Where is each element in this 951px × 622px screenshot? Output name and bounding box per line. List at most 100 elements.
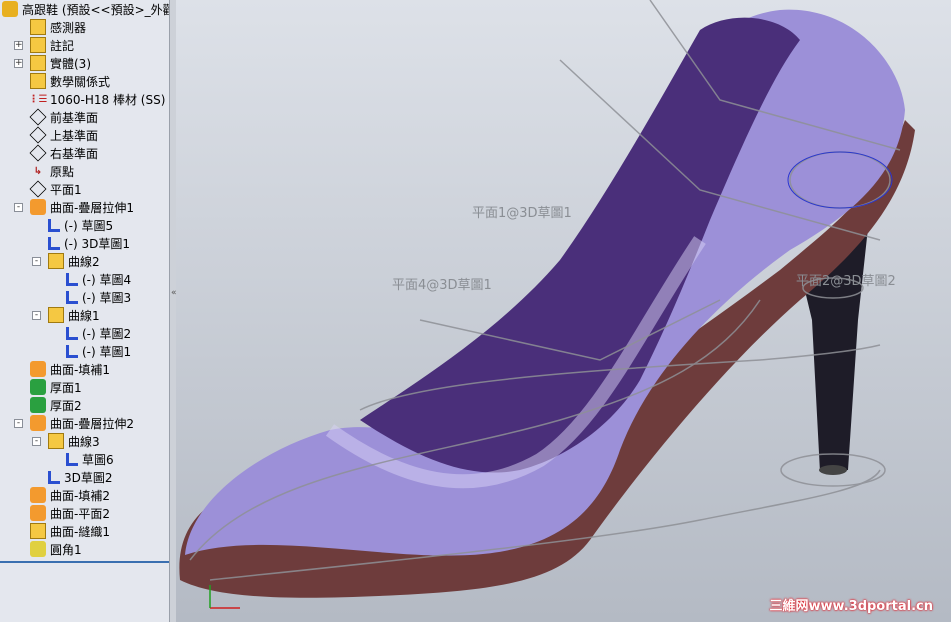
tree-item[interactable]: 圓角1 — [30, 540, 82, 558]
planar-surface-icon — [30, 505, 46, 521]
plane-icon — [29, 126, 47, 144]
tree-item[interactable]: 曲面-平面2 — [30, 504, 110, 522]
collapse-toggle[interactable]: - — [14, 419, 23, 428]
loft-surface-icon — [30, 199, 46, 215]
thicken-icon — [30, 379, 46, 395]
collapse-toggle[interactable]: - — [32, 257, 41, 266]
tree-item-label: 實體(3) — [50, 56, 91, 71]
tree-item[interactable]: 草圖6 — [66, 450, 114, 468]
tree-item-label: 厚面2 — [50, 398, 82, 413]
sketch-icon — [66, 452, 78, 466]
plane-icon — [29, 108, 47, 126]
material-icon: ⋮☰ — [28, 93, 48, 105]
tree-item-label: (-) 草圖4 — [82, 272, 132, 287]
tree-item[interactable]: 曲線1 — [48, 306, 100, 324]
solid-bodies-folder-icon — [30, 55, 46, 71]
loft-surface-icon — [30, 415, 46, 431]
tree-item-label: 1060-H18 棒材 (SS) — [50, 92, 166, 107]
tree-item[interactable]: 厚面2 — [30, 396, 82, 414]
tree-item-label: 圓角1 — [50, 542, 82, 557]
panel-separator — [0, 561, 169, 563]
part-icon — [2, 1, 18, 17]
expand-toggle[interactable]: + — [14, 59, 23, 68]
tree-item[interactable]: 上基準面 — [29, 126, 99, 144]
tree-item[interactable]: 曲線2 — [48, 252, 100, 270]
3d-sketch-icon — [48, 236, 60, 250]
plane-label[interactable]: 平面1@3D草圖1 — [472, 202, 572, 221]
tree-item[interactable]: (-) 草圖2 — [66, 324, 131, 342]
tree-item[interactable]: 厚面1 — [30, 378, 82, 396]
tree-item[interactable]: 右基準面 — [29, 144, 99, 162]
sensor-folder-icon — [30, 19, 46, 35]
tree-item-label: 數學關係式 — [50, 74, 111, 89]
thicken-icon — [30, 397, 46, 413]
sketch-icon — [66, 344, 78, 358]
tree-root-label: 高跟鞋 (預設<<預設>_外觀 — [22, 2, 170, 17]
tree-item[interactable]: 註記 — [30, 36, 74, 54]
tree-item[interactable]: 感測器 — [30, 18, 86, 36]
collapse-toggle[interactable]: - — [32, 437, 41, 446]
graphics-viewport[interactable]: 平面1@3D草圖1 平面4@3D草圖1 平面2@3D草圖2 三維网www.3dp… — [176, 0, 951, 622]
fill-surface-icon — [30, 487, 46, 503]
tree-item[interactable]: 曲面-疊層拉伸2 — [30, 414, 134, 432]
tree-item-label: 曲線3 — [68, 434, 100, 449]
tree-item-label: 原點 — [50, 164, 75, 179]
tree-item[interactable]: ↳ 原點 — [30, 162, 74, 180]
tree-item[interactable]: (-) 草圖4 — [66, 270, 131, 288]
tree-item-label: 曲線1 — [68, 308, 100, 323]
tree-item[interactable]: 曲面-縫織1 — [30, 522, 110, 540]
tree-item-label: (-) 草圖5 — [64, 218, 114, 233]
tree-item[interactable]: (-) 草圖5 — [48, 216, 113, 234]
tree-item-label: 感測器 — [50, 20, 87, 35]
tree-item[interactable]: 3D草圖2 — [48, 468, 113, 486]
tree-item-label: 註記 — [50, 38, 75, 53]
tree-item[interactable]: 平面1 — [29, 180, 82, 198]
tree-item[interactable]: 數學關係式 — [30, 72, 110, 90]
tree-item-label: 曲面-疊層拉伸1 — [50, 200, 134, 215]
tree-item[interactable]: (-) 草圖1 — [66, 342, 131, 360]
collapse-toggle[interactable]: - — [14, 203, 23, 212]
plane-icon — [29, 144, 47, 162]
tree-item[interactable]: 曲面-疊層拉伸1 — [30, 198, 134, 216]
plane-label[interactable]: 平面4@3D草圖1 — [392, 274, 492, 293]
collapse-toggle[interactable]: - — [32, 311, 41, 320]
tree-item-label: 曲面-平面2 — [50, 506, 110, 521]
origin-icon: ↳ — [33, 165, 43, 177]
tree-item-label: 曲線2 — [68, 254, 100, 269]
3d-sketch-icon — [48, 470, 60, 484]
tree-item[interactable]: 曲面-填補1 — [30, 360, 110, 378]
tree-root[interactable]: 高跟鞋 (預設<<預設>_外觀 — [2, 0, 170, 18]
tree-item[interactable]: 前基準面 — [29, 108, 99, 126]
expand-toggle[interactable]: + — [14, 41, 23, 50]
sketch-icon — [66, 272, 78, 286]
tree-item-label: 前基準面 — [50, 110, 99, 125]
watermark: 三維网www.3dportal.cn — [769, 599, 933, 614]
curve-icon — [48, 433, 64, 449]
annotation-folder-icon — [30, 37, 46, 53]
tree-item[interactable]: (-) 草圖3 — [66, 288, 131, 306]
sketch-icon — [66, 290, 78, 304]
tree-item[interactable]: 曲線3 — [48, 432, 100, 450]
tree-item-label: 草圖6 — [82, 452, 114, 467]
curve-icon — [48, 253, 64, 269]
sketch-icon — [66, 326, 78, 340]
feature-manager-tree: 高跟鞋 (預設<<預設>_外觀 感測器註記 + 實體(3) + 數學關係式 ⋮☰ 1060-… — [0, 0, 170, 622]
tree-item-label: 平面1 — [50, 182, 82, 197]
equations-folder-icon — [30, 73, 46, 89]
tree-item[interactable]: 實體(3) — [30, 54, 91, 72]
tree-item[interactable]: 曲面-填補2 — [30, 486, 110, 504]
plane-label[interactable]: 平面2@3D草圖2 — [796, 270, 896, 289]
fillet-icon — [30, 541, 46, 557]
tree-item-label: (-) 草圖3 — [82, 290, 132, 305]
tree-item[interactable]: (-) 3D草圖1 — [48, 234, 130, 252]
tree-item-label: 上基準面 — [50, 128, 99, 143]
sketch-icon — [48, 218, 60, 232]
tree-item-label: (-) 草圖1 — [82, 344, 132, 359]
knit-surface-icon — [30, 523, 46, 539]
tree-item-label: 右基準面 — [50, 146, 99, 161]
tree-item-label: 曲面-疊層拉伸2 — [50, 416, 134, 431]
tree-item-label: (-) 草圖2 — [82, 326, 132, 341]
curve-icon — [48, 307, 64, 323]
tree-item-label: 3D草圖2 — [64, 470, 113, 485]
tree-item[interactable]: ⋮☰ 1060-H18 棒材 (SS) — [28, 90, 166, 108]
